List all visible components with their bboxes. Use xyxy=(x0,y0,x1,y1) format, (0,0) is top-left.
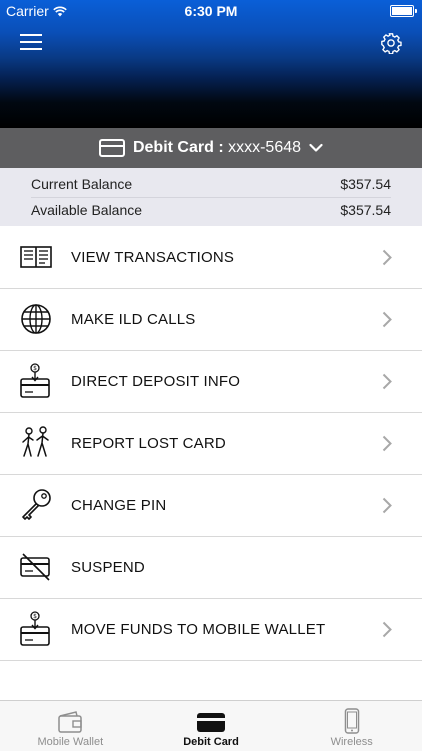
deposit-card-icon: $ xyxy=(20,611,50,646)
card-icon xyxy=(197,713,225,732)
balance-value: $357.54 xyxy=(340,202,391,218)
phone-icon xyxy=(344,708,359,734)
battery-icon xyxy=(390,5,417,17)
menu-item-label: MOVE FUNDS TO MOBILE WALLET xyxy=(71,621,326,638)
tab-bar: Mobile Wallet Debit Card Wireless xyxy=(0,700,422,751)
menu-item-report-lost-card[interactable]: REPORT LOST CARD xyxy=(0,413,422,475)
svg-text:$: $ xyxy=(33,365,37,372)
chevron-right-icon xyxy=(382,373,392,390)
card-selector[interactable]: Debit Card : xxxx-5648 xyxy=(0,128,422,168)
menu-item-view-transactions[interactable]: VIEW TRANSACTIONS xyxy=(0,227,422,289)
balance-row-available: Available Balance $357.54 xyxy=(31,197,391,223)
tab-label: Mobile Wallet xyxy=(37,736,104,748)
chevron-right-icon xyxy=(382,249,392,266)
menu-item-label: REPORT LOST CARD xyxy=(71,435,226,452)
menu-item-label: SUSPEND xyxy=(71,559,145,576)
balances-panel: Current Balance $357.54 Available Balanc… xyxy=(0,168,422,226)
deposit-card-icon: $ xyxy=(20,363,50,398)
menu-item-suspend[interactable]: SUSPEND xyxy=(0,537,422,599)
balance-label: Current Balance xyxy=(31,176,133,192)
tab-label: Wireless xyxy=(330,736,373,748)
credit-card-icon xyxy=(98,139,125,157)
balance-value: $357.54 xyxy=(340,176,391,192)
card-masked-number: xxxx-5648 xyxy=(228,139,302,156)
hamburger-line xyxy=(20,41,42,43)
wallet-icon xyxy=(58,711,83,733)
tab-mobile-wallet[interactable]: Mobile Wallet xyxy=(0,701,141,751)
key-icon xyxy=(22,489,51,520)
card-selector-label: Debit Card : xxxx-5648 xyxy=(133,139,301,157)
status-bar: Carrier 6:30 PM xyxy=(0,0,422,22)
menu-item-label: MAKE ILD CALLS xyxy=(71,311,196,328)
chevron-right-icon xyxy=(382,497,392,514)
people-walking-icon xyxy=(22,426,49,457)
chevron-down-icon xyxy=(309,143,323,152)
gear-icon[interactable] xyxy=(380,32,402,54)
balance-label: Available Balance xyxy=(31,202,143,218)
tab-label: Debit Card xyxy=(183,736,239,748)
menu-item-label: VIEW TRANSACTIONS xyxy=(71,249,235,266)
menu-item-direct-deposit-info[interactable]: $ DIRECT DEPOSIT INFO xyxy=(0,351,422,413)
actions-list: VIEW TRANSACTIONS MAKE ILD CALLS $ DIREC… xyxy=(0,227,422,661)
hamburger-line xyxy=(20,48,42,50)
menu-item-label: CHANGE PIN xyxy=(71,497,167,514)
tab-wireless[interactable]: Wireless xyxy=(281,701,422,751)
ledger-icon xyxy=(20,246,52,268)
card-selector-title: Debit Card : xyxy=(132,139,224,156)
status-time: 6:30 PM xyxy=(184,3,238,19)
card-blocked-icon xyxy=(20,553,50,581)
tab-debit-card[interactable]: Debit Card xyxy=(141,701,282,751)
chevron-right-icon xyxy=(382,621,392,638)
menu-item-change-pin[interactable]: CHANGE PIN xyxy=(0,475,422,537)
chevron-right-icon xyxy=(382,311,392,328)
globe-icon xyxy=(21,304,51,334)
svg-text:$: $ xyxy=(33,613,37,620)
balance-row-current: Current Balance $357.54 xyxy=(31,171,391,198)
menu-item-move-funds[interactable]: $ MOVE FUNDS TO MOBILE WALLET xyxy=(0,599,422,661)
menu-item-make-ild-calls[interactable]: MAKE ILD CALLS xyxy=(0,289,422,351)
menu-item-label: DIRECT DEPOSIT INFO xyxy=(71,373,241,390)
chevron-right-icon xyxy=(382,435,392,452)
header: Carrier 6:30 PM xyxy=(0,0,422,128)
hamburger-menu-button[interactable] xyxy=(20,34,42,52)
hamburger-line xyxy=(20,34,42,36)
